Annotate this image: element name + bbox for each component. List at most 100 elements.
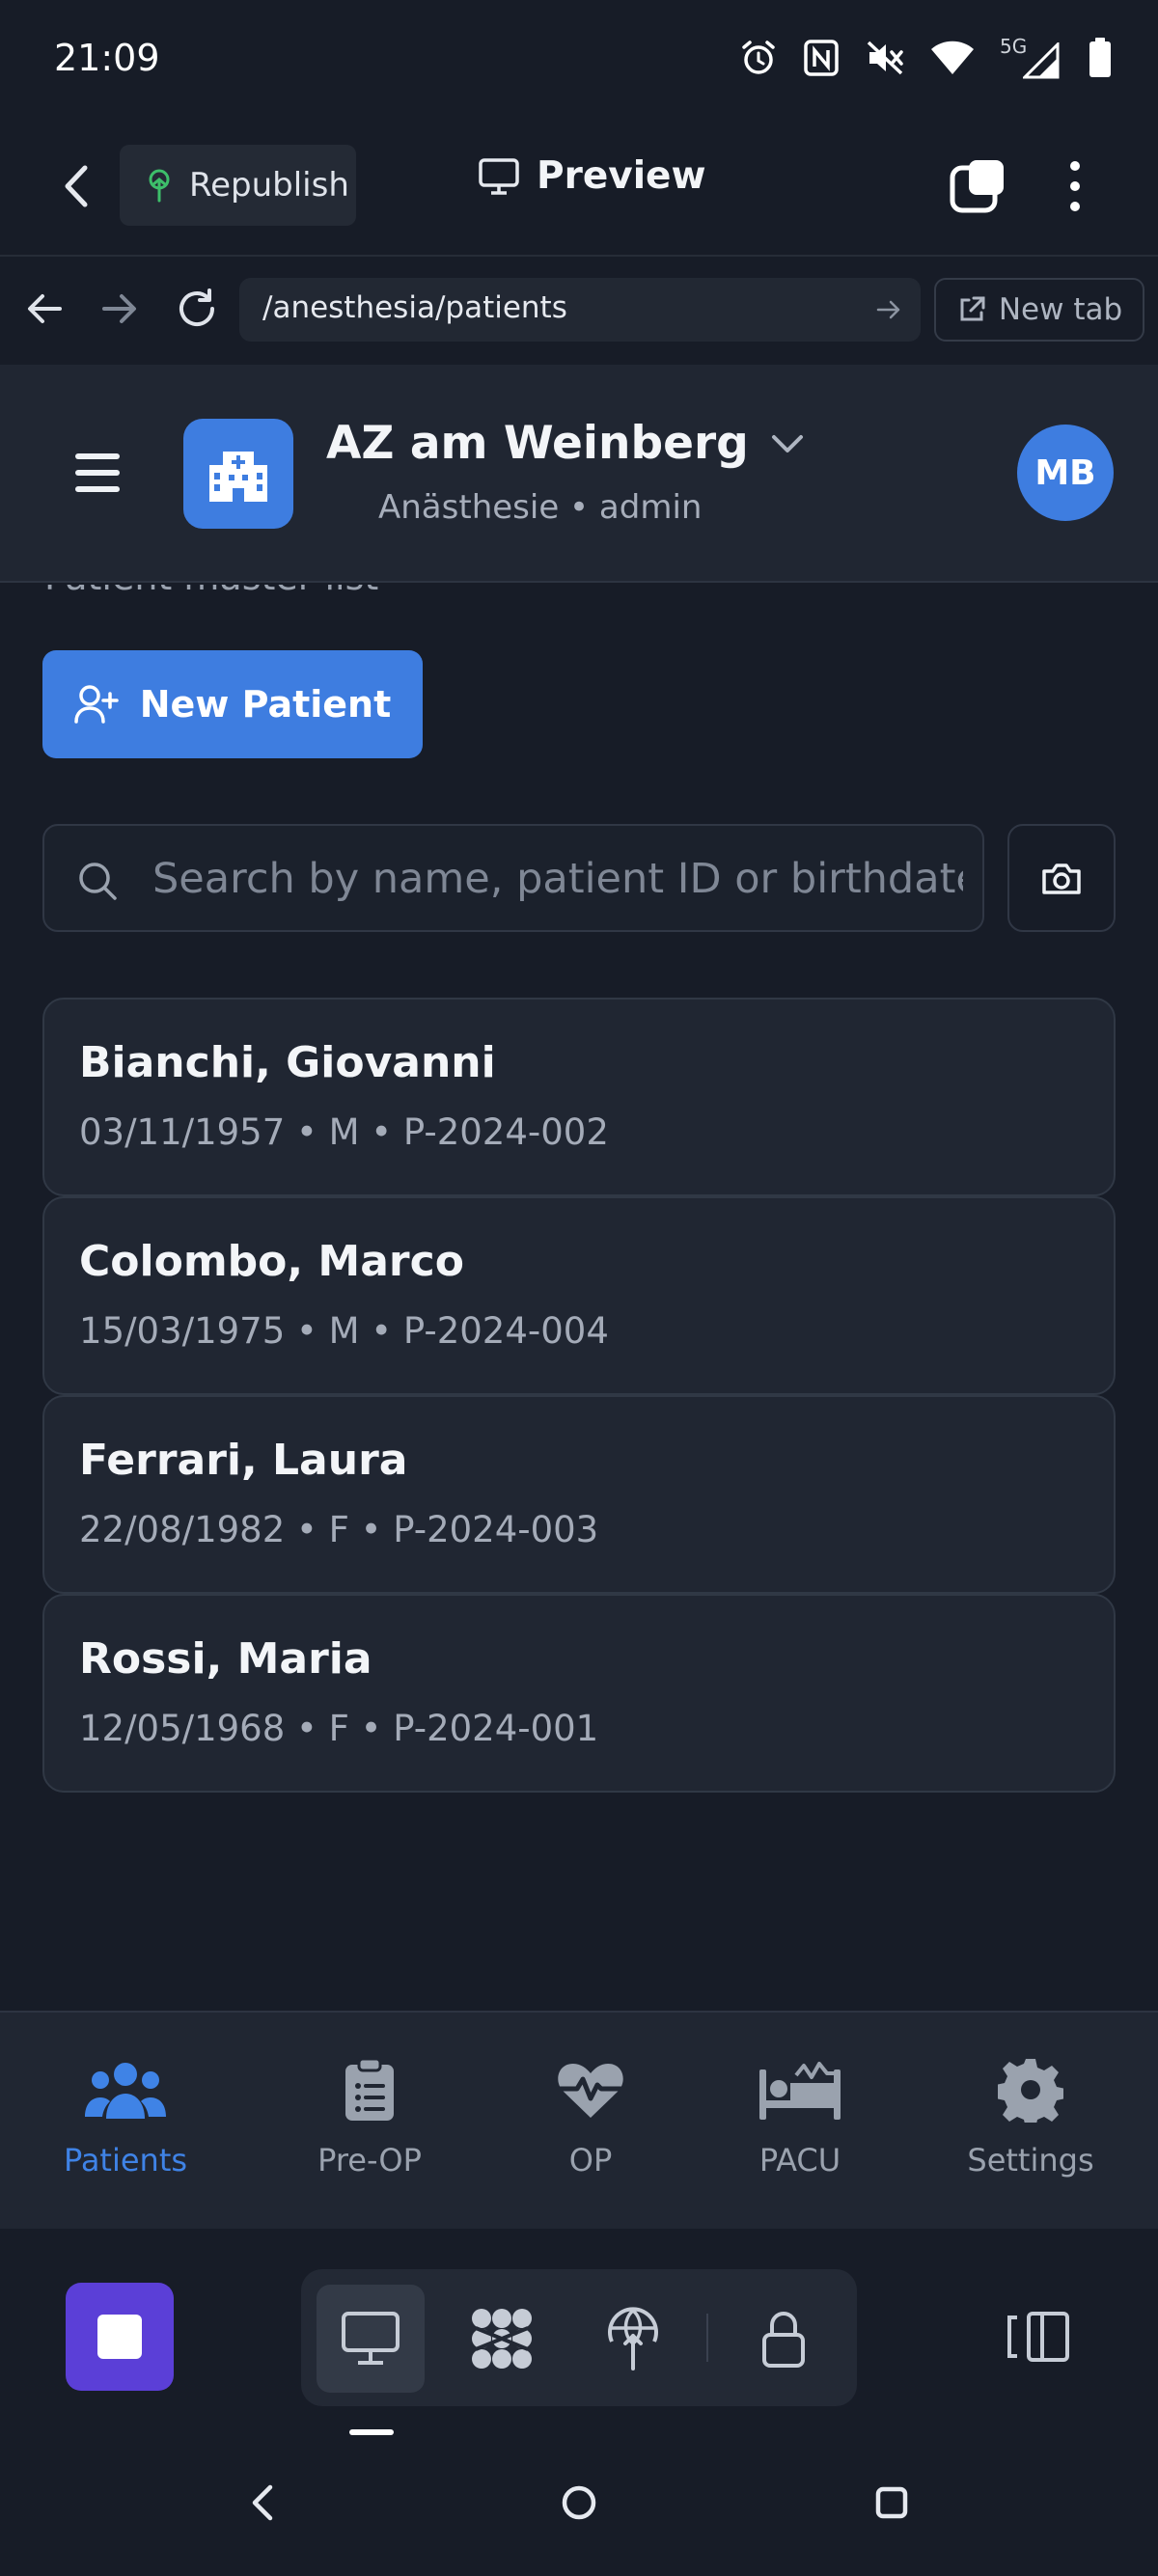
nav-patients[interactable]: Patients (29, 2051, 222, 2179)
dock-lock-button[interactable] (730, 2285, 838, 2393)
stop-icon (97, 2315, 142, 2359)
dock-agents-button[interactable] (448, 2285, 556, 2393)
patient-card[interactable]: Rossi, Maria 12/05/1968 • F • P-2024-001 (42, 1594, 1116, 1793)
menu-button[interactable] (75, 453, 120, 492)
reload-button[interactable] (174, 286, 220, 332)
republish-label: Republish (189, 166, 349, 205)
patient-name: Ferrari, Laura (79, 1436, 408, 1485)
clipboard-icon (345, 2057, 394, 2121)
nav-label: PACU (758, 2142, 841, 2179)
dock-preview-button[interactable] (317, 2285, 425, 2393)
nav-label: Patients (63, 2142, 188, 2179)
chevron-left-icon (65, 165, 88, 207)
home-circle-icon (562, 2485, 596, 2520)
lock-icon (762, 2312, 805, 2368)
battery-icon (1089, 38, 1111, 77)
chevron-down-icon (771, 434, 803, 452)
app-header: AZ am Weinberg Anästhesie • admin MB (0, 365, 1158, 583)
cell-signal: 5G (1000, 35, 1063, 79)
unit-role-label: Anästhesie • admin (378, 488, 703, 527)
system-recents-button[interactable] (872, 2481, 911, 2528)
preview-toolbar: Republish Preview (0, 125, 1158, 245)
patient-meta: 03/11/1957 • M • P-2024-002 (79, 1111, 609, 1153)
republish-button[interactable]: Republish (120, 145, 356, 226)
preview-label: Preview (537, 154, 706, 198)
toolbar-divider (0, 255, 1158, 257)
search-icon (79, 863, 117, 900)
patients-page: Patient master list New Patient Bianchi,… (0, 585, 1158, 2011)
nav-pacu[interactable]: PACU (703, 2051, 896, 2179)
status-bar: 21:09 5G (0, 0, 1158, 116)
nfc-icon (804, 40, 839, 76)
camera-icon (1042, 863, 1081, 894)
hamburger-icon-line (75, 470, 120, 476)
search-input[interactable] (152, 845, 963, 913)
nav-pre-op[interactable]: Pre-OP (273, 2051, 466, 2179)
hospital-selector[interactable]: AZ am Weinberg (326, 417, 805, 470)
patient-meta: 12/05/1968 • F • P-2024-001 (79, 1708, 599, 1749)
tabs-button[interactable] (950, 158, 1006, 214)
monitor-icon (479, 157, 519, 195)
heartbeat-icon (558, 2064, 623, 2118)
patient-search (42, 824, 984, 932)
patient-meta: 15/03/1975 • M • P-2024-004 (79, 1310, 609, 1352)
recents-square-icon (875, 2486, 908, 2519)
external-link-icon (960, 296, 985, 321)
more-menu-button[interactable] (1062, 158, 1089, 214)
back-button[interactable] (54, 160, 100, 212)
preview-dock (0, 2231, 1158, 2443)
nav-settings[interactable]: Settings (934, 2051, 1127, 2179)
browser-bar: /anesthesia/patients New tab (0, 272, 1158, 347)
scan-camera-button[interactable] (1007, 824, 1116, 932)
patient-name: Colombo, Marco (79, 1237, 464, 1286)
patient-card[interactable]: Colombo, Marco 15/03/1975 • M • P-2024-0… (42, 1196, 1116, 1395)
preview-toggle[interactable]: Preview (479, 154, 706, 198)
hamburger-icon-line (75, 453, 120, 459)
users-icon (85, 2063, 166, 2119)
dock-separator (706, 2314, 708, 2362)
nav-label: OP (568, 2142, 613, 2179)
bed-icon (759, 2062, 841, 2120)
agents-icon (472, 2309, 532, 2369)
dock-tools (301, 2269, 857, 2406)
nav-op[interactable]: OP (494, 2051, 687, 2179)
stop-button[interactable] (66, 2283, 174, 2391)
browser-back-button[interactable] (21, 286, 68, 332)
dock-deploy-button[interactable] (579, 2285, 687, 2393)
signal-icon (1023, 42, 1060, 79)
patient-card[interactable]: Ferrari, Laura 22/08/1982 • F • P-2024-0… (42, 1395, 1116, 1594)
layout-toggle-icon[interactable] (1004, 2310, 1071, 2364)
patient-name: Bianchi, Giovanni (79, 1038, 496, 1087)
arrow-right-icon (102, 294, 136, 323)
status-icons: 5G (739, 35, 1112, 81)
avatar[interactable]: MB (1017, 425, 1114, 521)
tabs-icon (950, 160, 1004, 213)
bottom-nav: Patients Pre-OP OP PACU Settings (0, 2011, 1158, 2229)
nav-label: Settings (967, 2142, 1094, 2179)
url-field[interactable]: /anesthesia/patients (239, 278, 921, 342)
monitor-icon (342, 2312, 400, 2365)
browser-forward-button[interactable] (96, 286, 143, 332)
system-home-button[interactable] (560, 2481, 598, 2528)
status-time: 21:09 (54, 37, 160, 79)
more-vertical-icon (1070, 161, 1080, 211)
system-back-button[interactable] (243, 2481, 282, 2528)
mute-icon (867, 41, 903, 75)
new-patient-button[interactable]: New Patient (42, 650, 423, 758)
url-text: /anesthesia/patients (262, 290, 567, 325)
patient-card[interactable]: Bianchi, Giovanni 03/11/1957 • M • P-202… (42, 998, 1116, 1196)
go-arrow-icon[interactable] (874, 295, 903, 324)
hospital-name: AZ am Weinberg (326, 417, 749, 470)
nav-label: Pre-OP (317, 2142, 422, 2179)
patient-name: Rossi, Maria (79, 1634, 372, 1684)
gear-icon (998, 2059, 1063, 2123)
new-tab-button[interactable]: New tab (934, 278, 1144, 342)
reload-icon (179, 288, 214, 326)
hamburger-icon-line (75, 486, 120, 492)
arrow-left-icon (28, 294, 62, 323)
chevron-left-icon (252, 2484, 273, 2521)
hospital-logo (183, 419, 293, 529)
new-patient-label: New Patient (139, 683, 392, 726)
patient-meta: 22/08/1982 • F • P-2024-003 (79, 1509, 599, 1550)
alarm-icon (742, 41, 775, 74)
